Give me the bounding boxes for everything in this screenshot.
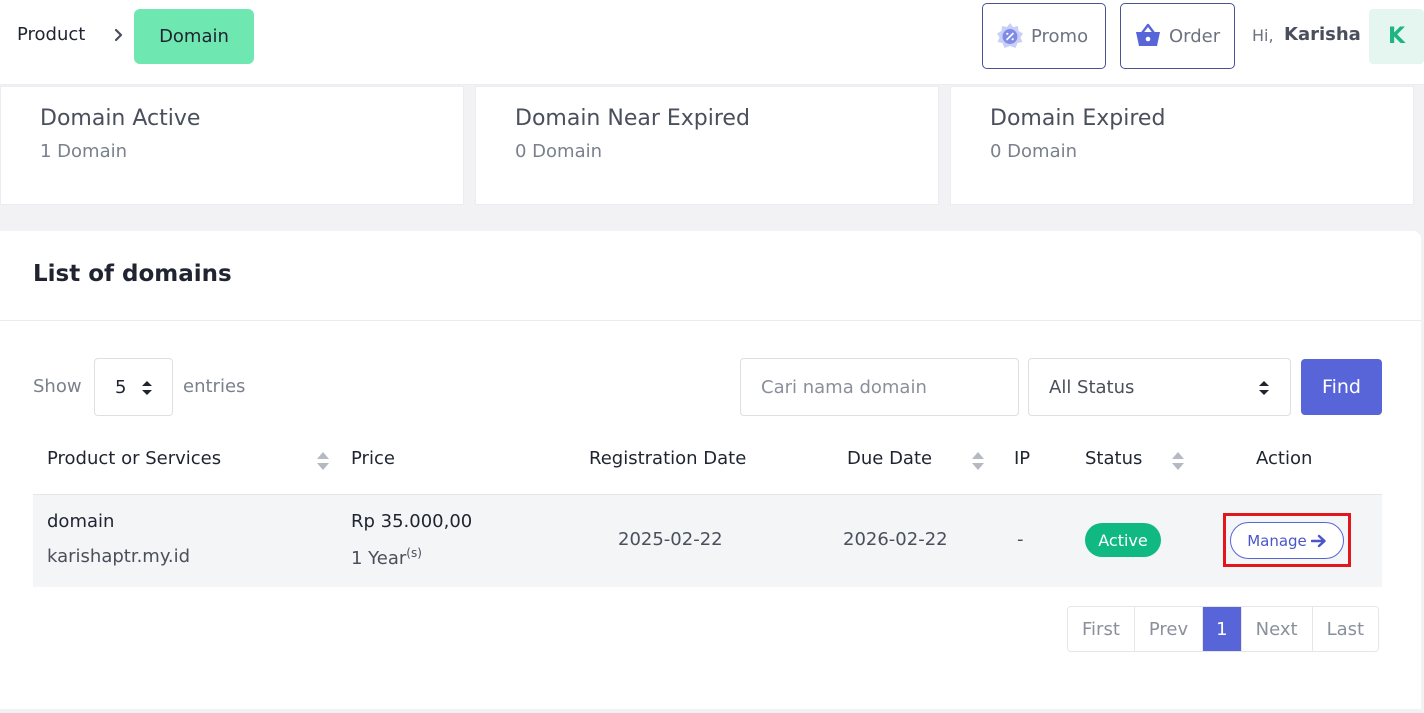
pagination: First Prev 1 Next Last — [1067, 606, 1380, 652]
price-value: Rp 35.000,00 — [351, 511, 473, 532]
domain-name: karishaptr.my.id — [47, 546, 191, 567]
billing-period-text: 1 Year — [351, 548, 407, 569]
stat-title: Domain Expired — [990, 106, 1166, 131]
basket-icon — [1136, 23, 1160, 46]
column-header-status[interactable]: Status — [1085, 448, 1142, 469]
chevron-right-icon — [114, 28, 123, 42]
registration-date: 2025-02-22 — [618, 529, 723, 550]
entries-value: 5 — [115, 377, 127, 398]
promo-label: Promo — [1031, 25, 1089, 47]
stat-count: 0 Domain — [515, 141, 603, 162]
select-arrows-icon — [1259, 381, 1269, 395]
stat-title: Domain Near Expired — [515, 106, 750, 131]
stat-card-near-expired: Domain Near Expired 0 Domain — [475, 86, 939, 205]
manage-button[interactable]: Manage — [1230, 522, 1344, 559]
stat-count: 0 Domain — [990, 141, 1078, 162]
pagination-next[interactable]: Next — [1241, 607, 1313, 651]
billing-period: 1 Year(s) — [351, 546, 422, 569]
order-label: Order — [1169, 25, 1221, 47]
stat-title: Domain Active — [40, 106, 201, 131]
pagination-first[interactable]: First — [1068, 607, 1135, 651]
top-header: Product Domain Promo Order Hi, Karisha K — [0, 0, 1424, 85]
pagination-last[interactable]: Last — [1312, 607, 1379, 651]
stat-card-expired: Domain Expired 0 Domain — [950, 86, 1414, 205]
status-select-value: All Status — [1049, 377, 1135, 398]
due-date: 2026-02-22 — [843, 529, 948, 550]
show-label: Show — [33, 376, 82, 397]
sort-icon[interactable] — [1171, 450, 1185, 472]
breadcrumb-current: Domain — [134, 9, 254, 64]
greeting: Hi, — [1252, 26, 1274, 45]
column-header-registration-date: Registration Date — [589, 448, 747, 469]
select-arrows-icon — [142, 381, 152, 395]
stat-card-active: Domain Active 1 Domain — [0, 86, 464, 205]
ip-value: - — [1017, 529, 1024, 550]
status-select[interactable]: All Status — [1028, 358, 1291, 416]
status-badge: Active — [1085, 523, 1161, 557]
sort-icon[interactable] — [971, 450, 985, 472]
panel-title: List of domains — [33, 261, 232, 287]
promo-badge-icon — [997, 23, 1023, 48]
pagination-prev[interactable]: Prev — [1134, 607, 1204, 651]
stat-count: 1 Domain — [40, 141, 128, 162]
column-header-action: Action — [1256, 448, 1313, 469]
product-name: domain — [47, 511, 115, 532]
user-name[interactable]: Karisha — [1284, 24, 1361, 45]
table-row: domain karishaptr.my.id Rp 35.000,00 1 Y… — [33, 494, 1382, 587]
promo-button[interactable]: Promo — [982, 3, 1106, 69]
column-header-due-date[interactable]: Due Date — [847, 448, 932, 469]
arrow-right-icon — [1310, 534, 1326, 547]
billing-period-suffix: (s) — [406, 546, 422, 560]
column-header-price: Price — [351, 448, 395, 469]
entries-label: entries — [183, 376, 246, 397]
find-button[interactable]: Find — [1301, 359, 1382, 415]
pagination-page-1[interactable]: 1 — [1203, 607, 1242, 651]
manage-label: Manage — [1247, 531, 1307, 550]
entries-select[interactable]: 5 — [94, 358, 173, 416]
avatar[interactable]: K — [1369, 9, 1424, 64]
order-button[interactable]: Order — [1120, 3, 1235, 69]
sort-icon[interactable] — [316, 450, 330, 472]
search-input[interactable] — [740, 358, 1019, 416]
divider — [0, 320, 1421, 321]
column-header-product[interactable]: Product or Services — [47, 448, 221, 469]
domain-list-panel: List of domains Show 5 entries All Statu… — [0, 231, 1421, 709]
column-header-ip: IP — [1014, 448, 1031, 469]
breadcrumb-product[interactable]: Product — [17, 24, 85, 45]
